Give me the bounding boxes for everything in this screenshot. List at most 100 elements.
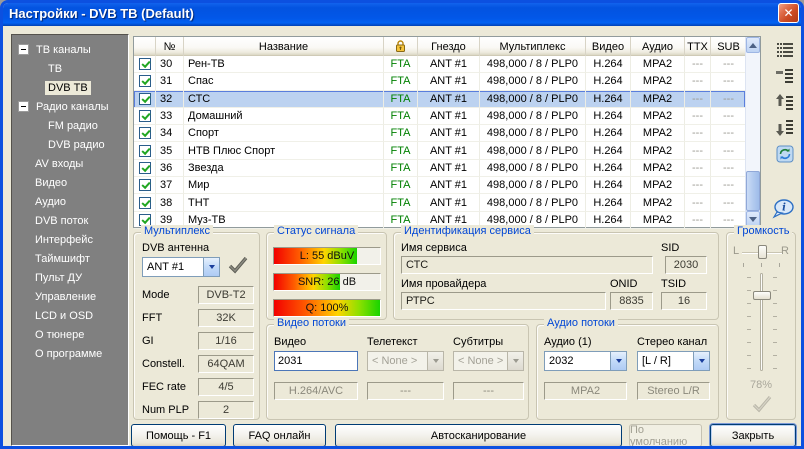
snr-bar: SNR: 26 dB bbox=[273, 273, 381, 291]
tree-item-audio[interactable]: Аудио bbox=[12, 192, 128, 211]
table-row[interactable]: 34СпортFTAANT #1498,000 / 8 / PLP0H.264M… bbox=[134, 125, 745, 142]
channel-table: № Название Гнездо Мультиплекс Видео Ауди… bbox=[133, 36, 761, 228]
close-icon[interactable]: ✕ bbox=[778, 3, 799, 23]
table-row[interactable]: 35НТВ Плюс СпортFTAANT #1498,000 / 8 / P… bbox=[134, 142, 745, 159]
tree-item-tv[interactable]: ТВ bbox=[12, 59, 128, 78]
table-row[interactable]: 38ТНТFTAANT #1498,000 / 8 / PLP0H.264MPA… bbox=[134, 194, 745, 211]
channel-checkbox[interactable] bbox=[139, 162, 151, 174]
scroll-up-icon[interactable] bbox=[746, 37, 760, 53]
fft-value: 32K bbox=[198, 309, 254, 327]
stereo-select[interactable]: [L / R] bbox=[637, 351, 710, 371]
scrollbar-track[interactable] bbox=[746, 53, 760, 211]
header-video[interactable]: Видео bbox=[586, 37, 631, 56]
header-ttx[interactable]: TTX bbox=[685, 37, 711, 56]
volume-ticks-left bbox=[747, 277, 751, 369]
faq-button[interactable]: FAQ онлайн bbox=[233, 424, 326, 447]
table-row[interactable]: 36ЗвездаFTAANT #1498,000 / 8 / PLP0H.264… bbox=[134, 160, 745, 177]
collapse-icon[interactable] bbox=[18, 44, 29, 55]
channel-list-icon[interactable] bbox=[773, 39, 797, 60]
gi-label: GI bbox=[142, 335, 154, 347]
help-button[interactable]: Помощь - F1 bbox=[131, 424, 226, 447]
rescan-channels-icon[interactable] bbox=[773, 143, 797, 164]
channel-checkbox[interactable] bbox=[139, 110, 151, 122]
table-row[interactable]: 37МирFTAANT #1498,000 / 8 / PLP0H.264MPA… bbox=[134, 177, 745, 194]
table-row[interactable]: 31СпасFTAANT #1498,000 / 8 / PLP0H.264MP… bbox=[134, 73, 745, 90]
chevron-down-icon bbox=[427, 352, 443, 370]
service-group-title: Идентификация сервиса bbox=[401, 225, 534, 237]
channel-checkbox[interactable] bbox=[139, 93, 151, 105]
tree-item-about-tuner[interactable]: О тюнере bbox=[12, 325, 128, 344]
sid-value: 2030 bbox=[665, 256, 707, 274]
header-number[interactable]: № bbox=[156, 37, 184, 56]
scrollbar-thumb[interactable] bbox=[746, 171, 760, 211]
chevron-down-icon[interactable] bbox=[693, 352, 709, 370]
subtitles-info: --- bbox=[453, 382, 524, 400]
move-channel-down-icon[interactable] bbox=[773, 117, 797, 138]
volume-group: Громкость L R 78% bbox=[726, 232, 796, 420]
gi-value: 1/16 bbox=[198, 332, 254, 350]
settings-tree: ТВ каналы ТВ DVB ТВ Радио каналы FM ради… bbox=[11, 34, 129, 446]
antenna-select[interactable]: ANT #1 bbox=[142, 257, 220, 277]
header-audio[interactable]: Аудио bbox=[631, 37, 685, 56]
tree-item-control[interactable]: Управление bbox=[12, 287, 128, 306]
channel-toolbar bbox=[769, 39, 801, 164]
title-bar[interactable]: Настройки - DVB ТВ (Default) ✕ bbox=[0, 0, 804, 26]
volume-slider-thumb[interactable] bbox=[753, 291, 771, 300]
header-name[interactable]: Название bbox=[184, 37, 384, 56]
service-name-label: Имя сервиса bbox=[401, 242, 467, 254]
volume-group-title: Громкость bbox=[734, 225, 792, 237]
channel-checkbox[interactable] bbox=[139, 197, 151, 209]
apply-antenna-icon[interactable] bbox=[228, 256, 248, 279]
audio-group-title: Аудио потоки bbox=[544, 317, 618, 329]
tree-item-radio-channels[interactable]: Радио каналы bbox=[12, 97, 128, 116]
chevron-down-icon[interactable] bbox=[610, 352, 626, 370]
channel-checkbox[interactable] bbox=[139, 75, 151, 87]
tree-item-remote[interactable]: Пульт ДУ bbox=[12, 268, 128, 287]
onid-label: ONID bbox=[610, 278, 638, 290]
tree-item-dvb-stream[interactable]: DVB поток bbox=[12, 211, 128, 230]
svg-text:i: i bbox=[782, 203, 786, 214]
tree-item-timeshift[interactable]: Таймшифт bbox=[12, 249, 128, 268]
table-row[interactable]: 30Рен-ТВFTAANT #1498,000 / 8 / PLP0H.264… bbox=[134, 56, 745, 73]
move-channel-up-icon[interactable] bbox=[773, 91, 797, 112]
tree-item-about-program[interactable]: О программе bbox=[12, 344, 128, 363]
teletext-info: --- bbox=[367, 382, 444, 400]
channel-checkbox[interactable] bbox=[139, 179, 151, 191]
header-check-column[interactable] bbox=[134, 37, 156, 56]
header-multiplex[interactable]: Мультиплекс bbox=[480, 37, 586, 56]
header-encryption[interactable] bbox=[384, 37, 418, 56]
tree-item-tv-channels[interactable]: ТВ каналы bbox=[12, 40, 128, 59]
remove-channel-icon[interactable] bbox=[773, 65, 797, 86]
close-button[interactable]: Закрыть bbox=[710, 424, 796, 447]
collapse-icon[interactable] bbox=[18, 101, 29, 112]
table-scrollbar[interactable] bbox=[745, 37, 760, 227]
header-jack[interactable]: Гнездо bbox=[418, 37, 480, 56]
audio-pid-select[interactable]: 2032 bbox=[544, 351, 627, 371]
info-icon[interactable]: i bbox=[767, 195, 799, 223]
balance-ticks bbox=[743, 263, 781, 267]
constell-label: Constell. bbox=[142, 358, 185, 370]
header-sub[interactable]: SUB bbox=[711, 37, 747, 56]
video-group-title: Видео потоки bbox=[274, 317, 349, 329]
tree-item-video[interactable]: Видео bbox=[12, 173, 128, 192]
tree-item-interface[interactable]: Интерфейс bbox=[12, 230, 128, 249]
table-row-selected[interactable]: 32СТСFTAANT #1498,000 / 8 / PLP0H.264MPA… bbox=[134, 91, 745, 108]
chevron-down-icon[interactable] bbox=[203, 258, 219, 276]
channel-checkbox[interactable] bbox=[139, 127, 151, 139]
tree-item-fm-radio[interactable]: FM радио bbox=[12, 116, 128, 135]
tree-item-av-inputs[interactable]: AV входы bbox=[12, 154, 128, 173]
channel-checkbox[interactable] bbox=[139, 145, 151, 157]
tree-item-dvb-tv[interactable]: DVB ТВ bbox=[12, 78, 128, 97]
tree-item-dvb-radio[interactable]: DVB радио bbox=[12, 135, 128, 154]
balance-slider-thumb[interactable] bbox=[758, 245, 767, 259]
video-pid-input[interactable] bbox=[274, 351, 358, 371]
autoscan-button[interactable]: Автосканирование bbox=[335, 424, 622, 447]
tree-item-lcd-osd[interactable]: LCD и OSD bbox=[12, 306, 128, 325]
table-row[interactable]: 33ДомашнийFTAANT #1498,000 / 8 / PLP0H.2… bbox=[134, 108, 745, 125]
channel-checkbox[interactable] bbox=[139, 58, 151, 70]
volume-ticks-right bbox=[773, 277, 777, 369]
volume-slider[interactable] bbox=[760, 273, 763, 371]
apply-volume-icon[interactable] bbox=[751, 395, 773, 418]
channel-checkbox[interactable] bbox=[139, 214, 151, 226]
provider-value: РТРС bbox=[401, 292, 606, 310]
